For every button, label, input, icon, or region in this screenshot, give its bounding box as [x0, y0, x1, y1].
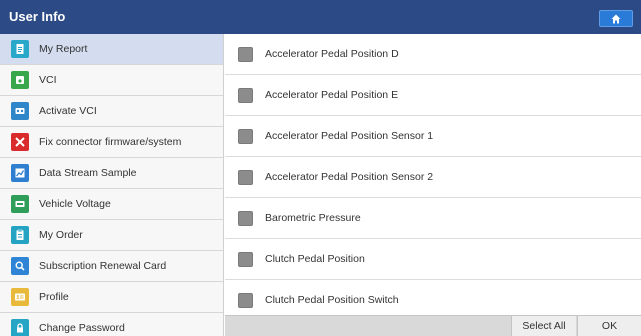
chart-icon: [11, 164, 29, 182]
checkbox[interactable]: [238, 88, 253, 103]
sidebar-item-label: VCI: [39, 74, 57, 86]
list-item-label: Barometric Pressure: [265, 212, 361, 224]
list-item-label: Accelerator Pedal Position Sensor 2: [265, 171, 434, 183]
list-item-label: Clutch Pedal Position: [265, 253, 365, 265]
sidebar-item-profile[interactable]: Profile: [0, 282, 223, 313]
sidebar-item-vci[interactable]: VCI: [0, 65, 223, 96]
sidebar-item-label: Change Password: [39, 322, 125, 334]
checkbox[interactable]: [238, 211, 253, 226]
list-item-label: Accelerator Pedal Position Sensor 1: [265, 130, 434, 142]
sidebar-item-my-order[interactable]: My Order: [0, 220, 223, 251]
data-stream-list: Accelerator Pedal Position D Accelerator…: [225, 34, 641, 315]
ok-button[interactable]: OK: [577, 316, 641, 336]
sidebar-item-label: Vehicle Voltage: [39, 198, 111, 210]
list-item[interactable]: Accelerator Pedal Position E: [225, 75, 641, 116]
sidebar: My Report VCI Activate VCI Fix connector…: [0, 34, 224, 336]
sidebar-item-label: Data Stream Sample: [39, 167, 137, 179]
list-item-label: Clutch Pedal Position Switch: [265, 294, 399, 306]
order-icon: [11, 226, 29, 244]
sidebar-item-label: Fix connector firmware/system: [39, 136, 182, 148]
vci-icon: [11, 71, 29, 89]
sidebar-item-fix-connector[interactable]: Fix connector firmware/system: [0, 127, 223, 158]
battery-icon: [11, 195, 29, 213]
list-item-label: Accelerator Pedal Position E: [265, 89, 399, 101]
list-item[interactable]: Accelerator Pedal Position Sensor 1: [225, 116, 641, 157]
list-item[interactable]: Accelerator Pedal Position D: [225, 34, 641, 75]
sidebar-item-my-report[interactable]: My Report: [0, 34, 223, 65]
sidebar-item-label: Subscription Renewal Card: [39, 260, 167, 272]
title-bar: User Info: [0, 0, 641, 34]
checkbox[interactable]: [238, 47, 253, 62]
list-item[interactable]: Clutch Pedal Position Switch: [225, 280, 641, 315]
checkbox[interactable]: [238, 252, 253, 267]
home-button[interactable]: [599, 10, 633, 27]
profile-card-icon: [11, 288, 29, 306]
sidebar-item-vehicle-voltage[interactable]: Vehicle Voltage: [0, 189, 223, 220]
sidebar-item-activate-vci[interactable]: Activate VCI: [0, 96, 223, 127]
search-card-icon: [11, 257, 29, 275]
home-icon: [611, 14, 621, 23]
list-item[interactable]: Barometric Pressure: [225, 198, 641, 239]
sidebar-item-label: Activate VCI: [39, 105, 97, 117]
activate-vci-icon: [11, 102, 29, 120]
checkbox[interactable]: [238, 293, 253, 308]
repair-icon: [11, 133, 29, 151]
report-icon: [11, 40, 29, 58]
lock-icon: [11, 319, 29, 336]
sidebar-item-label: My Report: [39, 43, 88, 55]
bottom-action-bar: Select All OK: [225, 315, 641, 336]
sidebar-item-label: Profile: [39, 291, 69, 303]
page-title: User Info: [9, 9, 66, 24]
checkbox[interactable]: [238, 129, 253, 144]
sidebar-item-label: My Order: [39, 229, 83, 241]
select-all-button[interactable]: Select All: [511, 316, 576, 336]
list-item[interactable]: Clutch Pedal Position: [225, 239, 641, 280]
list-item[interactable]: Accelerator Pedal Position Sensor 2: [225, 157, 641, 198]
list-item-label: Accelerator Pedal Position D: [265, 48, 399, 60]
sidebar-item-subscription-renewal-card[interactable]: Subscription Renewal Card: [0, 251, 223, 282]
sidebar-item-data-stream-sample[interactable]: Data Stream Sample: [0, 158, 223, 189]
checkbox[interactable]: [238, 170, 253, 185]
sidebar-item-change-password[interactable]: Change Password: [0, 313, 223, 336]
